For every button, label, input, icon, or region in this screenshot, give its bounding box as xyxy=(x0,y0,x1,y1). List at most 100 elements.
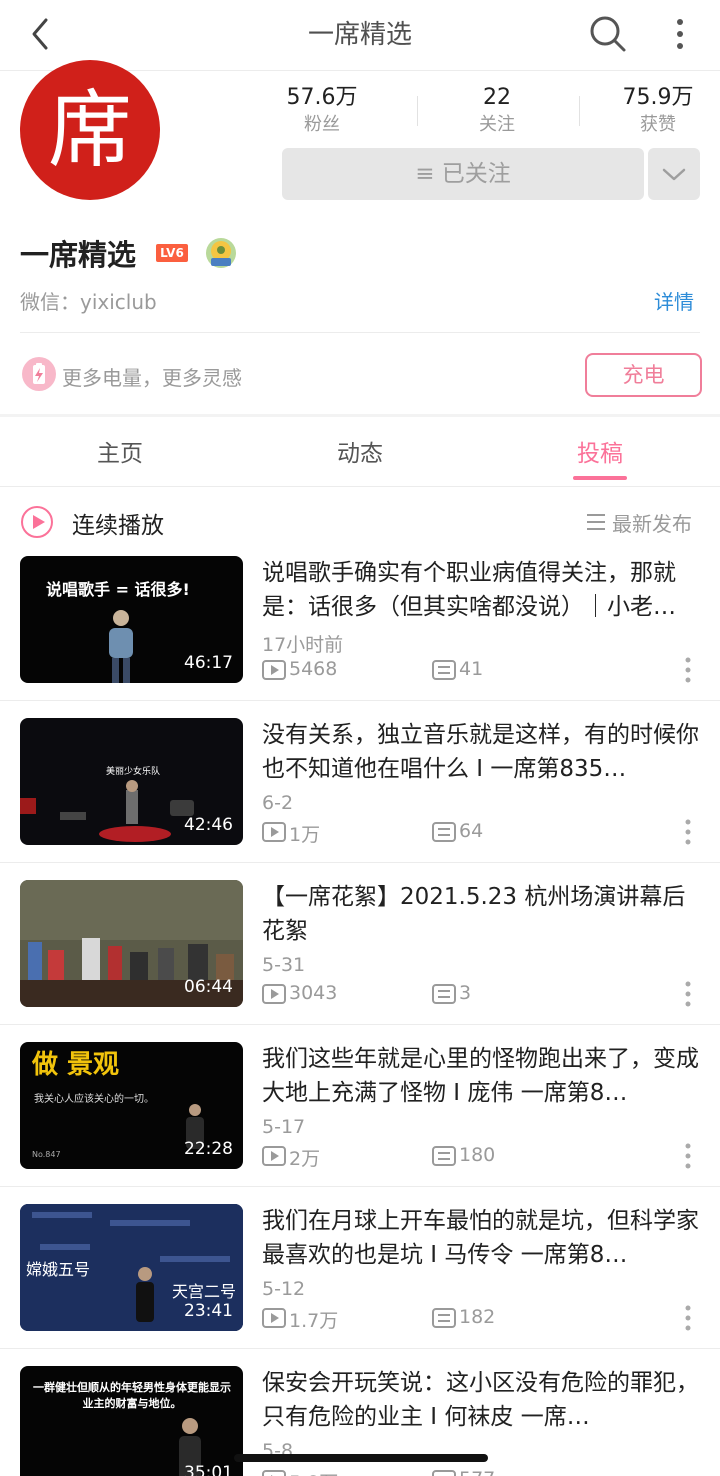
comment-icon xyxy=(432,984,456,1004)
video-thumbnail[interactable]: 06:44 xyxy=(20,880,243,1007)
stat-likes[interactable]: 75.9万 获赞 xyxy=(588,84,720,138)
video-title[interactable]: 【一席花絮】2021.5.23 杭州场演讲幕后花絮 xyxy=(262,880,706,948)
more-vertical-icon[interactable] xyxy=(684,980,692,1008)
divider xyxy=(0,1186,720,1187)
video-title[interactable]: 没有关系，独立音乐就是这样，有的时候你也不知道他在唱什么 I 一席第835… xyxy=(262,718,706,786)
video-title[interactable]: 我们这些年就是心里的怪物跑出来了，变成大地上充满了怪物 I 庞伟 一席第8… xyxy=(262,1042,706,1110)
avatar[interactable]: 席 xyxy=(20,60,160,200)
video-item[interactable]: 嫦娥五号 天宫二号 23:41 我们在月球上开车最怕的就是坑，但科学家最喜欢的也… xyxy=(0,1204,720,1366)
thumbnail-caption: 天宫二号 xyxy=(172,1282,237,1301)
comment-count: 182 xyxy=(459,1306,496,1328)
stat-divider xyxy=(417,96,418,126)
medal-icon[interactable] xyxy=(204,236,238,270)
play-count: 1.7万 xyxy=(289,1310,339,1332)
followed-button[interactable]: ≡ 已关注 xyxy=(282,148,644,200)
search-icon[interactable] xyxy=(588,14,628,54)
wechat-id: 微信：yixiclub xyxy=(20,290,157,314)
video-date: 5-31 xyxy=(262,954,306,976)
video-thumbnail[interactable]: 美丽少女乐队 42:46 xyxy=(20,718,243,845)
level-badge: LV6 xyxy=(156,244,188,262)
more-vertical-icon[interactable] xyxy=(684,1142,692,1170)
comment-count: 3 xyxy=(459,982,472,1004)
video-thumbnail[interactable]: 嫦娥五号 天宫二号 23:41 xyxy=(20,1204,243,1331)
thumbnail-caption: 美丽少女乐队 xyxy=(106,767,161,777)
video-thumbnail[interactable]: 说唱歌手 = 话很多! 46:17 xyxy=(20,556,243,683)
thumbnail-tag: No.847 xyxy=(32,1150,61,1159)
divider xyxy=(0,862,720,863)
play-count-icon xyxy=(262,660,286,680)
comment-icon xyxy=(432,1146,456,1166)
comment-icon xyxy=(432,1308,456,1328)
video-title[interactable]: 我们在月球上开车最怕的就是坑，但科学家最喜欢的也是坑 I 马传令 一席第8… xyxy=(262,1204,706,1272)
following-label: 关注 xyxy=(479,114,515,135)
comment-count: 180 xyxy=(459,1144,496,1166)
more-vertical-icon[interactable] xyxy=(668,14,692,54)
speaker-figure xyxy=(109,610,133,683)
play-count-icon xyxy=(262,1146,286,1166)
stat-divider xyxy=(579,96,580,126)
video-date: 5-17 xyxy=(262,1116,306,1138)
video-duration: 35:01 xyxy=(184,1463,233,1476)
stat-followers[interactable]: 57.6万 粉丝 xyxy=(252,84,392,138)
play-count-icon xyxy=(262,984,286,1004)
thumbnail-caption: 一群健壮但顺从的年轻男性身体更能显示业主的财富与地位。 xyxy=(33,1381,231,1410)
detail-link[interactable]: 详情 xyxy=(654,286,694,315)
divider xyxy=(0,486,720,487)
follow-dropdown-button[interactable] xyxy=(648,148,700,200)
battery-icon xyxy=(22,357,56,391)
video-item[interactable]: 06:44 【一席花絮】2021.5.23 杭州场演讲幕后花絮 5-31 304… xyxy=(0,880,720,1042)
tab-submissions[interactable]: 投稿 xyxy=(540,434,660,468)
top-bar: 一席精选 xyxy=(0,0,720,71)
video-duration: 23:41 xyxy=(184,1301,233,1321)
play-count: 3043 xyxy=(289,982,338,1004)
chevron-down-icon xyxy=(662,168,686,181)
sort-selector[interactable]: 最新发布 xyxy=(612,508,692,537)
thumbnail-caption: 说唱歌手 = 话很多! xyxy=(46,580,190,599)
comment-count: 577 xyxy=(459,1468,495,1476)
comment-count: 64 xyxy=(459,820,484,842)
video-thumbnail[interactable]: 做 景观 我关心人应该关心的一切。 No.847 22:28 xyxy=(20,1042,243,1169)
play-count: 1万 xyxy=(289,824,321,846)
divider xyxy=(20,332,700,333)
video-item[interactable]: 说唱歌手 = 话很多! 46:17 说唱歌手确实有个职业病值得关注，那就是：话很… xyxy=(0,556,720,718)
tab-home[interactable]: 主页 xyxy=(60,434,180,468)
play-count-icon xyxy=(262,822,286,842)
comment-icon xyxy=(432,660,456,680)
following-count: 22 xyxy=(483,85,511,110)
video-title[interactable]: 说唱歌手确实有个职业病值得关注，那就是：话很多（但其实啥都没说）｜小老… xyxy=(262,556,706,624)
comment-icon xyxy=(432,822,456,842)
thumbnail-subcaption: 嫦娥五号 xyxy=(26,1260,91,1279)
followers-label: 粉丝 xyxy=(304,114,340,135)
video-item[interactable]: 美丽少女乐队 42:46 没有关系，独立音乐就是这样，有的时候你也不知道他在唱什… xyxy=(0,718,720,880)
video-date: 6-2 xyxy=(262,792,294,814)
comment-icon xyxy=(432,1470,456,1476)
more-vertical-icon[interactable] xyxy=(684,1304,692,1332)
followers-count: 57.6万 xyxy=(286,85,358,110)
continuous-play-button[interactable]: 连续播放 xyxy=(72,506,164,540)
charge-promo-text: 更多电量，更多灵感 xyxy=(62,366,242,390)
video-date: 17小时前 xyxy=(262,634,344,656)
home-indicator[interactable] xyxy=(234,1454,488,1462)
sort-list-icon xyxy=(587,514,605,530)
video-duration: 22:28 xyxy=(184,1139,233,1159)
play-count: 5.8万 xyxy=(289,1468,338,1476)
play-circle-icon[interactable] xyxy=(20,505,54,539)
more-vertical-icon[interactable] xyxy=(684,818,692,846)
tab-active-indicator xyxy=(573,476,627,480)
video-title[interactable]: 保安会开玩笑说：这小区没有危险的罪犯，只有危险的业主 I 何袜皮 一席… xyxy=(262,1366,706,1434)
tab-dynamics[interactable]: 动态 xyxy=(300,434,420,468)
charge-button[interactable]: 充电 xyxy=(585,353,702,397)
stat-following[interactable]: 22 关注 xyxy=(427,84,567,138)
likes-label: 获赞 xyxy=(640,114,676,135)
video-item[interactable]: 做 景观 我关心人应该关心的一切。 No.847 22:28 我们这些年就是心里… xyxy=(0,1042,720,1204)
more-vertical-icon[interactable] xyxy=(684,656,692,684)
video-thumbnail[interactable]: 一群健壮但顺从的年轻男性身体更能显示业主的财富与地位。 35:01 xyxy=(20,1366,243,1476)
thumbnail-caption: 做 景观 xyxy=(32,1050,120,1080)
play-count: 2万 xyxy=(289,1148,321,1170)
likes-count: 75.9万 xyxy=(622,85,694,110)
video-duration: 46:17 xyxy=(184,653,233,673)
video-date: 5-12 xyxy=(262,1278,306,1300)
divider xyxy=(0,1348,720,1349)
video-duration: 42:46 xyxy=(184,815,233,835)
divider xyxy=(0,700,720,701)
